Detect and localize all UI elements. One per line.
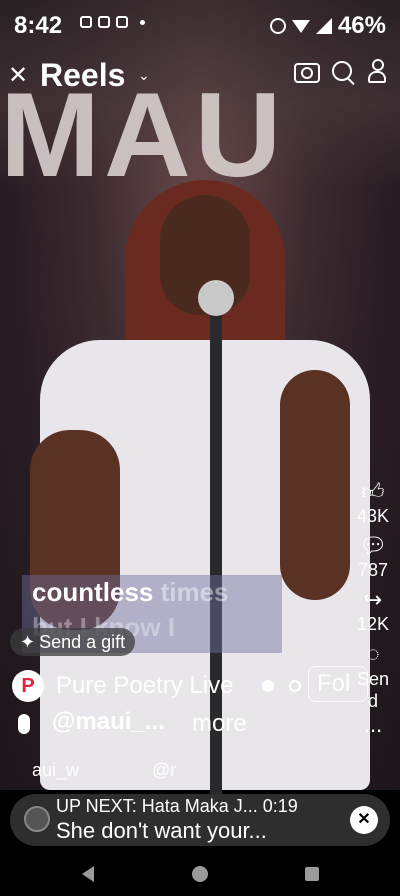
- follow-button[interactable]: Fol: [308, 666, 368, 702]
- up-next-bar[interactable]: UP NEXT: Hata Maka J... 0:19 She don't w…: [10, 794, 390, 846]
- alarm-icon: [269, 18, 286, 34]
- globe-icon: [289, 680, 301, 692]
- top-bar: ✕ Reels ⌄: [0, 55, 400, 99]
- notification-icon: [98, 16, 110, 28]
- system-nav-bar: [0, 850, 400, 896]
- notification-icons: [80, 16, 145, 28]
- up-next-thumbnail: [24, 806, 50, 832]
- camera-icon[interactable]: [294, 63, 320, 83]
- battery-level: 46%: [337, 12, 386, 39]
- send-gift-button[interactable]: ✦ Send a gift: [10, 628, 136, 656]
- share-count: 12K: [356, 614, 390, 634]
- channel-row: P Pure Poetry Live Fol: [12, 666, 368, 704]
- home-icon[interactable]: [192, 866, 208, 882]
- more-notifications-dot: [140, 20, 145, 25]
- tag-left[interactable]: aui_w: [32, 760, 79, 781]
- thumbs-up-icon: 👍︎: [361, 479, 385, 504]
- caption-bold: countless: [32, 577, 154, 607]
- messenger-icon: ◌: [366, 641, 380, 666]
- up-next-subtitle: She don't want your...: [56, 818, 267, 843]
- comment-button[interactable]: 💬︎ 787: [350, 532, 396, 580]
- share-icon: ↪: [363, 587, 383, 612]
- recent-apps-icon[interactable]: [305, 867, 319, 881]
- microphone: [198, 280, 234, 316]
- author-handle[interactable]: @maui_...: [52, 708, 165, 736]
- profile-icon[interactable]: [368, 59, 386, 83]
- channel-name[interactable]: Pure Poetry Live: [56, 672, 233, 700]
- caption-line-1: countless times: [32, 577, 229, 608]
- channel-avatar[interactable]: P: [12, 670, 44, 702]
- status-bar: 8:42 46%: [0, 0, 400, 50]
- verified-icon: [262, 680, 274, 692]
- close-icon[interactable]: ✕: [350, 806, 378, 834]
- up-next-title: UP NEXT: Hata Maka J... 0:19: [56, 796, 298, 816]
- signal-icon: [315, 18, 332, 34]
- comment-count: 787: [357, 560, 389, 580]
- like-count: 43K: [356, 506, 390, 526]
- status-time: 8:42: [14, 12, 63, 39]
- reels-screen: MAU countless times but I know I 8:42 46…: [0, 0, 400, 896]
- like-button[interactable]: 👍︎ 43K: [350, 478, 396, 526]
- wifi-icon: [291, 19, 310, 33]
- share-button[interactable]: ↪ 12K: [350, 586, 396, 634]
- comment-icon: 💬︎: [359, 533, 387, 558]
- back-icon[interactable]: [82, 866, 94, 882]
- gift-label: Send a gift: [39, 632, 126, 652]
- search-icon[interactable]: [332, 61, 352, 81]
- close-icon[interactable]: ✕: [8, 61, 28, 90]
- performer-arm-right: [280, 370, 350, 600]
- more-options-icon[interactable]: ...: [350, 714, 396, 736]
- more-link[interactable]: more: [192, 710, 247, 738]
- notification-icon: [116, 16, 128, 28]
- microphone-icon: [18, 714, 30, 734]
- chevron-down-icon[interactable]: ⌄: [138, 67, 150, 84]
- status-right: 46%: [269, 12, 386, 40]
- page-title[interactable]: Reels: [40, 57, 125, 94]
- caption-faded: times: [153, 577, 229, 607]
- notification-icon: [80, 16, 92, 28]
- gift-icon: ✦: [20, 632, 36, 652]
- tag-right[interactable]: @r: [152, 760, 176, 781]
